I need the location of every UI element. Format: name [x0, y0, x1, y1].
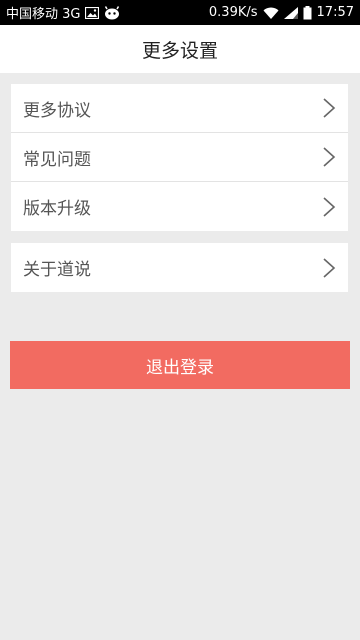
signal-icon [283, 6, 298, 19]
page-title: 更多设置 [141, 39, 218, 62]
wifi-icon [263, 7, 279, 19]
app-notification-icon [104, 5, 120, 20]
menu-item-faq[interactable]: 常见问题 [11, 133, 348, 182]
menu-item-about[interactable]: 关于道说 [11, 243, 348, 292]
carrier-label: 中国移动 3G [6, 7, 81, 22]
menu-item-more-agreements[interactable]: 更多协议 [11, 84, 348, 133]
menu-item-label: 版本升级 [23, 199, 91, 219]
settings-group-about: 关于道说 [11, 243, 348, 292]
menu-item-label: 常见问题 [23, 149, 91, 170]
battery-icon [303, 5, 312, 20]
chevron-right-icon [322, 257, 336, 279]
logout-button[interactable]: 退出登录 [10, 341, 350, 389]
chevron-right-icon [322, 97, 336, 119]
network-speed: 0.39K/s [208, 5, 258, 20]
menu-item-label: 更多协议 [23, 100, 91, 121]
page-header: 更多设置 [0, 25, 360, 73]
menu-item-label: 关于道说 [23, 260, 91, 280]
menu-item-version-upgrade[interactable]: 版本升级 [11, 182, 348, 231]
clock: 17:57 [316, 5, 354, 20]
settings-group-main: 更多协议 常见问题 版本升级 [11, 84, 348, 231]
chevron-right-icon [322, 146, 336, 168]
image-notification-icon [85, 6, 100, 19]
chevron-right-icon [322, 196, 336, 218]
status-bar: 中国移动 3G 0.39K/s 17:57 [0, 0, 360, 25]
